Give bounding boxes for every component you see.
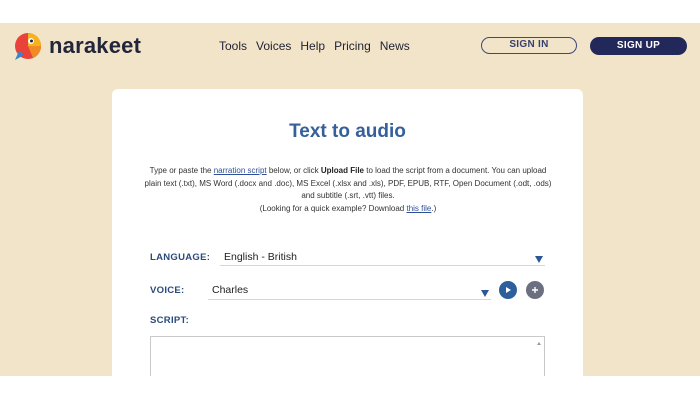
dropdown-triangle-icon: [535, 256, 543, 263]
nav-item-voices[interactable]: Voices: [256, 39, 291, 53]
play-icon: [506, 287, 511, 293]
nav-item-pricing[interactable]: Pricing: [334, 39, 371, 53]
narration-script-link[interactable]: narration script: [214, 166, 267, 175]
text-to-audio-card: Text to audio Type or paste the narratio…: [112, 89, 583, 376]
plus-icon: [532, 287, 538, 293]
upload-file-text: Upload File: [320, 166, 364, 175]
intro-text: Type or paste the narration script below…: [142, 165, 554, 215]
dropdown-triangle-icon: [481, 290, 489, 297]
language-select[interactable]: English - British: [220, 247, 545, 266]
intro-text-part: below, or click: [266, 166, 321, 175]
voice-label: VOICE:: [150, 285, 185, 296]
intro-text-part: Type or paste the: [149, 166, 214, 175]
voice-select[interactable]: Charles: [208, 281, 491, 300]
sign-up-button[interactable]: SIGN UP: [590, 37, 687, 55]
parrot-logo-icon: [15, 33, 41, 60]
voice-select-value: Charles: [212, 284, 249, 296]
top-margin: [0, 0, 700, 23]
script-textarea[interactable]: [150, 336, 545, 376]
intro-text-part: .): [431, 203, 437, 213]
nav-item-news[interactable]: News: [380, 39, 410, 53]
nav-item-help[interactable]: Help: [300, 39, 325, 53]
brand-logo[interactable]: narakeet: [13, 31, 141, 61]
sign-in-button[interactable]: SIGN IN: [481, 37, 577, 54]
language-label: LANGUAGE:: [150, 252, 211, 263]
nav-item-tools[interactable]: Tools: [219, 39, 247, 53]
scroll-up-arrow-icon[interactable]: [537, 342, 541, 345]
play-voice-button[interactable]: [499, 281, 517, 299]
brand-name: narakeet: [49, 33, 142, 58]
add-voice-button[interactable]: [526, 281, 544, 299]
page-background: narakeet Tools Voices Help Pricing News …: [0, 23, 700, 376]
page-title: Text to audio: [289, 121, 406, 142]
bottom-margin: [0, 376, 700, 400]
language-select-value: English - British: [224, 251, 297, 263]
main-nav: Tools Voices Help Pricing News: [219, 39, 410, 53]
script-label: SCRIPT:: [150, 315, 190, 326]
intro-text-part: (Looking for a quick example? Download: [259, 203, 407, 213]
example-file-link[interactable]: this file: [406, 204, 431, 213]
